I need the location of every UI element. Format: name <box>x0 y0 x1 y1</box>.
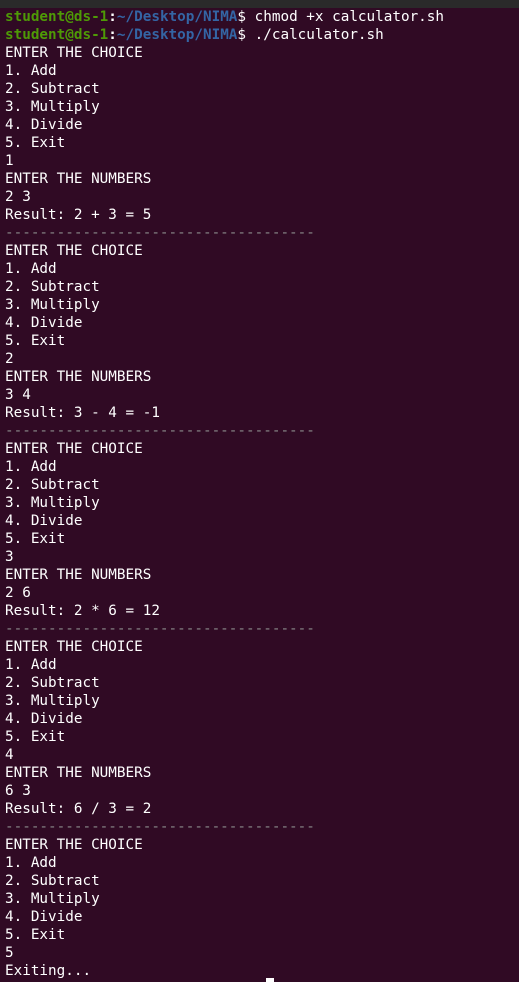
output-line: 1. Add <box>5 63 57 79</box>
output-line: 4. Divide <box>5 117 83 133</box>
output-line: 5. Exit <box>5 729 66 745</box>
output-line: 1. Add <box>5 855 57 871</box>
prompt-line: student@ds-1:~/Desktop/NIMA$ ./calculato… <box>5 26 519 44</box>
output-line: ENTER THE CHOICE <box>5 639 143 655</box>
output-line: 3. Multiply <box>5 495 100 511</box>
output-line: 4. Divide <box>5 909 83 925</box>
separator-line: ------------------------------------ <box>5 819 315 835</box>
output-line: 3 <box>5 549 14 565</box>
output-line: 5. Exit <box>5 333 66 349</box>
output-line: Result: 3 - 4 = -1 <box>5 405 160 421</box>
prompt-path: ~/Desktop/NIMA <box>116 27 238 43</box>
output-line: 2. Subtract <box>5 477 100 493</box>
output-line: 1. Add <box>5 459 57 475</box>
prompt-colon: : <box>108 9 117 25</box>
output-line: 5 <box>5 945 14 961</box>
output-line: 4. Divide <box>5 711 83 727</box>
output-line: ENTER THE NUMBERS <box>5 171 152 187</box>
prompt-line: student@ds-1:~/Desktop/NIMA$ chmod +x ca… <box>5 8 519 26</box>
output-line: 3. Multiply <box>5 693 100 709</box>
output-line: 3. Multiply <box>5 891 100 907</box>
output-line: 2 3 <box>5 189 31 205</box>
output-line: ENTER THE CHOICE <box>5 45 143 61</box>
command-text: ./calculator.sh <box>246 27 384 43</box>
output-line: 4. Divide <box>5 513 83 529</box>
output-line: 5. Exit <box>5 927 66 943</box>
output-line: 6 3 <box>5 783 31 799</box>
output-line: Result: 6 / 3 = 2 <box>5 801 152 817</box>
output-line: Exiting... <box>5 963 92 979</box>
output-line: Result: 2 + 3 = 5 <box>5 207 152 223</box>
output-line: 2. Subtract <box>5 873 100 889</box>
command-text: chmod +x calculator.sh <box>246 9 445 25</box>
output-line: ENTER THE NUMBERS <box>5 567 152 583</box>
output-line: 4 <box>5 747 14 763</box>
output-line: 2. Subtract <box>5 279 100 295</box>
separator-line: ------------------------------------ <box>5 225 315 241</box>
output-line: 2. Subtract <box>5 675 100 691</box>
output-line: ENTER THE NUMBERS <box>5 369 152 385</box>
output-line: 2 6 <box>5 585 31 601</box>
output-line: 1 <box>5 153 14 169</box>
output-line: Result: 2 * 6 = 12 <box>5 603 160 619</box>
prompt-symbol: $ <box>237 9 247 25</box>
prompt-path: ~/Desktop/NIMA <box>116 9 238 25</box>
output-line: 5. Exit <box>5 531 66 547</box>
terminal-window[interactable]: student@ds-1:~/Desktop/NIMA$ chmod +x ca… <box>0 0 519 982</box>
separator-line: ------------------------------------ <box>5 621 315 637</box>
program-output: ENTER THE CHOICE 1. Add 2. Subtract 3. Mult… <box>5 44 519 980</box>
output-line: ENTER THE NUMBERS <box>5 765 152 781</box>
text-cursor <box>266 978 274 982</box>
prompt-user-host: student@ds-1 <box>5 27 109 43</box>
output-line: ENTER THE CHOICE <box>5 243 143 259</box>
output-line: ENTER THE CHOICE <box>5 837 143 853</box>
output-line: 3. Multiply <box>5 99 100 115</box>
output-line: 2. Subtract <box>5 81 100 97</box>
output-line: ENTER THE CHOICE <box>5 441 143 457</box>
prompt-symbol: $ <box>237 27 247 43</box>
output-line: 1. Add <box>5 261 57 277</box>
output-line: 2 <box>5 351 14 367</box>
output-line: 4. Divide <box>5 315 83 331</box>
prompt-colon: : <box>108 27 117 43</box>
prompt-user-host: student@ds-1 <box>5 9 109 25</box>
output-line: 3. Multiply <box>5 297 100 313</box>
output-line: 3 4 <box>5 387 31 403</box>
terminal-top-edge <box>0 0 519 8</box>
separator-line: ------------------------------------ <box>5 423 315 439</box>
output-line: 5. Exit <box>5 135 66 151</box>
output-line: 1. Add <box>5 657 57 673</box>
